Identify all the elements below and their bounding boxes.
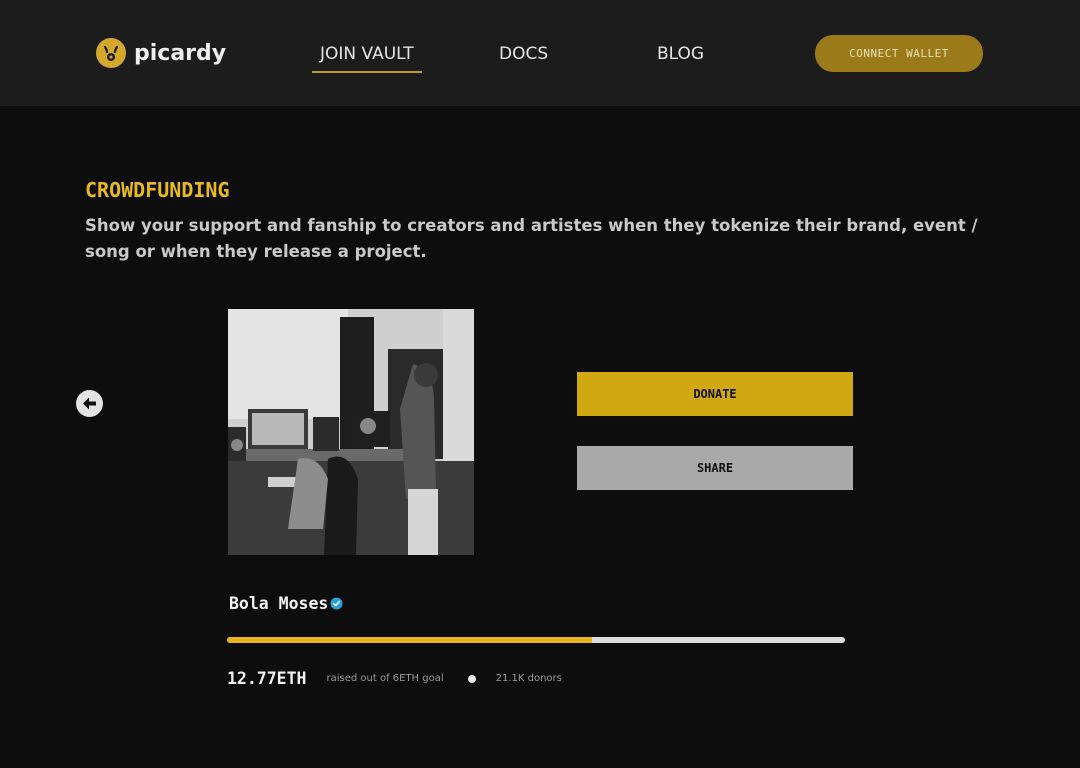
creator-name: Bola Moses (229, 594, 329, 613)
funding-progress-fill (227, 637, 592, 643)
funding-progress-bar (227, 637, 845, 643)
funding-stats: 12.77ETH raised out of 6ETH goal 21.1K d… (227, 669, 562, 688)
separator-dot (467, 674, 476, 683)
campaign-image (228, 309, 474, 555)
picardy-logo-icon (96, 38, 126, 68)
donate-button[interactable]: DONATE (577, 372, 853, 416)
carousel-prev-button[interactable] (76, 390, 103, 417)
nav-join-vault[interactable]: JOIN VAULT (312, 44, 422, 73)
verified-check-icon (330, 597, 343, 610)
share-button[interactable]: SHARE (577, 446, 853, 490)
section-description: Show your support and fanship to creator… (85, 216, 978, 261)
top-navbar: picardy JOIN VAULT DOCS BLOG CONNECT WAL… (0, 0, 1080, 106)
creator: Bola Moses (229, 594, 343, 613)
logo[interactable]: picardy (96, 38, 226, 68)
arrow-left-icon (83, 397, 96, 410)
connect-wallet-button[interactable]: CONNECT WALLET (815, 35, 983, 72)
donor-count: 21.1K donors (495, 673, 562, 684)
nav-docs[interactable]: DOCS (499, 44, 548, 64)
section-title: CROWDFUNDING (85, 178, 230, 202)
raised-amount: 12.77ETH (227, 669, 307, 688)
raised-caption: raised out of 6ETH goal (326, 673, 444, 684)
logo-text: picardy (134, 40, 227, 66)
nav-blog[interactable]: BLOG (657, 44, 704, 64)
